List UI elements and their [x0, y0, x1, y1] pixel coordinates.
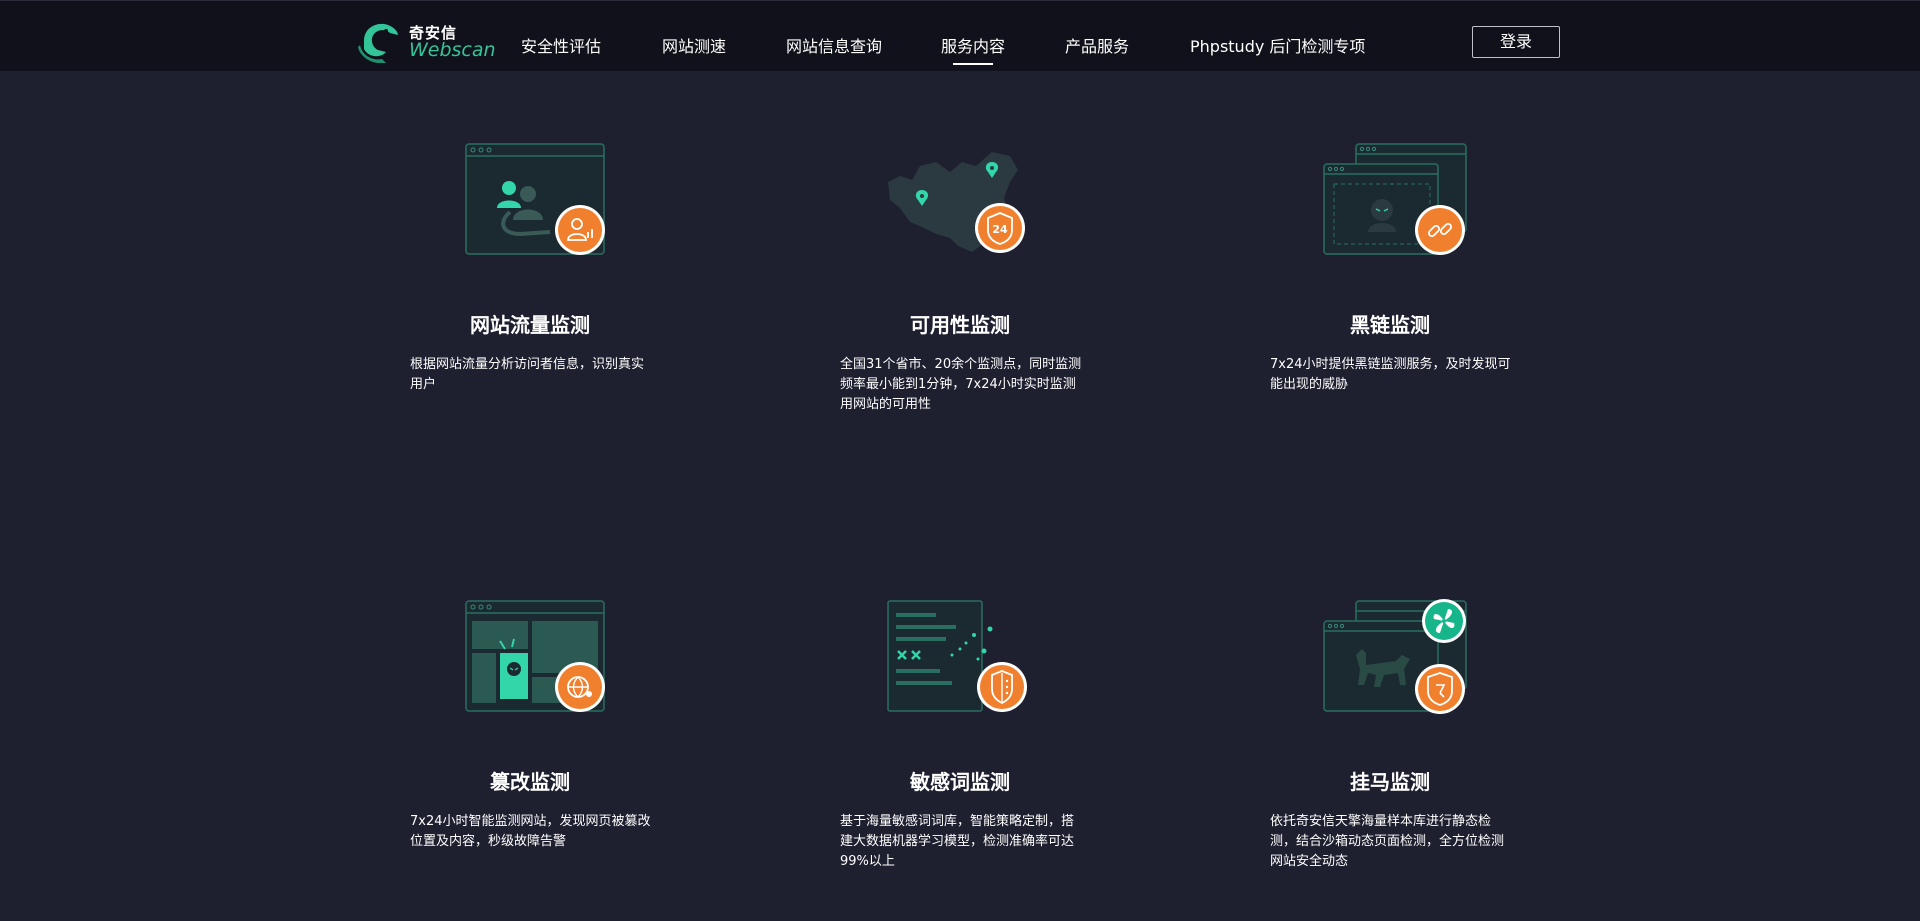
- login-button[interactable]: 登录: [1472, 26, 1560, 58]
- eagle-logo-icon: [358, 23, 398, 63]
- service-title: 挂马监测: [1350, 770, 1430, 794]
- service-title: 敏感词监测: [910, 770, 1010, 794]
- nav-item-speed-test[interactable]: 网站测速: [662, 33, 726, 57]
- top-navbar: 奇安信 Webscan 安全性评估 网站测速 网站信息查询 服务内容 产品服务 …: [0, 0, 1920, 71]
- logo-text-en: Webscan: [409, 39, 496, 61]
- nav-item-site-info[interactable]: 网站信息查询: [786, 33, 882, 57]
- service-title: 黑链监测: [1350, 313, 1430, 337]
- trojan-monitor-icon: [1323, 599, 1467, 714]
- service-title: 网站流量监测: [470, 313, 590, 337]
- service-desc: 7x24小时智能监测网站，发现网页被篡改位置及内容，秒级故障告警: [410, 814, 651, 849]
- service-title: 篡改监测: [490, 770, 570, 794]
- service-desc: 依托奇安信天擎海量样本库进行静态检测，结合沙箱动态页面检测，全方位检测网站安全动…: [1270, 814, 1505, 869]
- service-title: 可用性监测: [910, 313, 1010, 337]
- brand-logo[interactable]: 奇安信 Webscan: [356, 19, 496, 63]
- tamper-monitor-icon: [465, 600, 605, 712]
- availability-monitor-icon: 24: [888, 152, 1025, 253]
- nav-item-phpstudy[interactable]: Phpstudy 后门检测专项: [1190, 33, 1365, 57]
- service-desc: 全国31个省市、20余个监测点，同时监测频率最小能到1分钟，7x24小时实时监测…: [840, 357, 1082, 412]
- service-desc: 7x24小时提供黑链监测服务，及时发现可能出现的威胁: [1270, 357, 1511, 392]
- service-desc: 基于海量敏感词词库，智能策略定制，搭建大数据机器学习模型，检测准确率可达99%以…: [840, 814, 1075, 869]
- nav-item-security-assessment[interactable]: 安全性评估: [521, 33, 601, 57]
- black-link-monitor-icon: [1323, 143, 1467, 255]
- nav-item-services[interactable]: 服务内容: [941, 33, 1005, 65]
- sensitive-word-monitor-icon: [887, 600, 1027, 712]
- traffic-monitor-icon: [465, 143, 605, 255]
- badge-24-text: 24: [992, 223, 1008, 236]
- nav-item-products[interactable]: 产品服务: [1065, 33, 1129, 57]
- service-desc: 根据网站流量分析访问者信息，识别真实用户: [410, 357, 645, 392]
